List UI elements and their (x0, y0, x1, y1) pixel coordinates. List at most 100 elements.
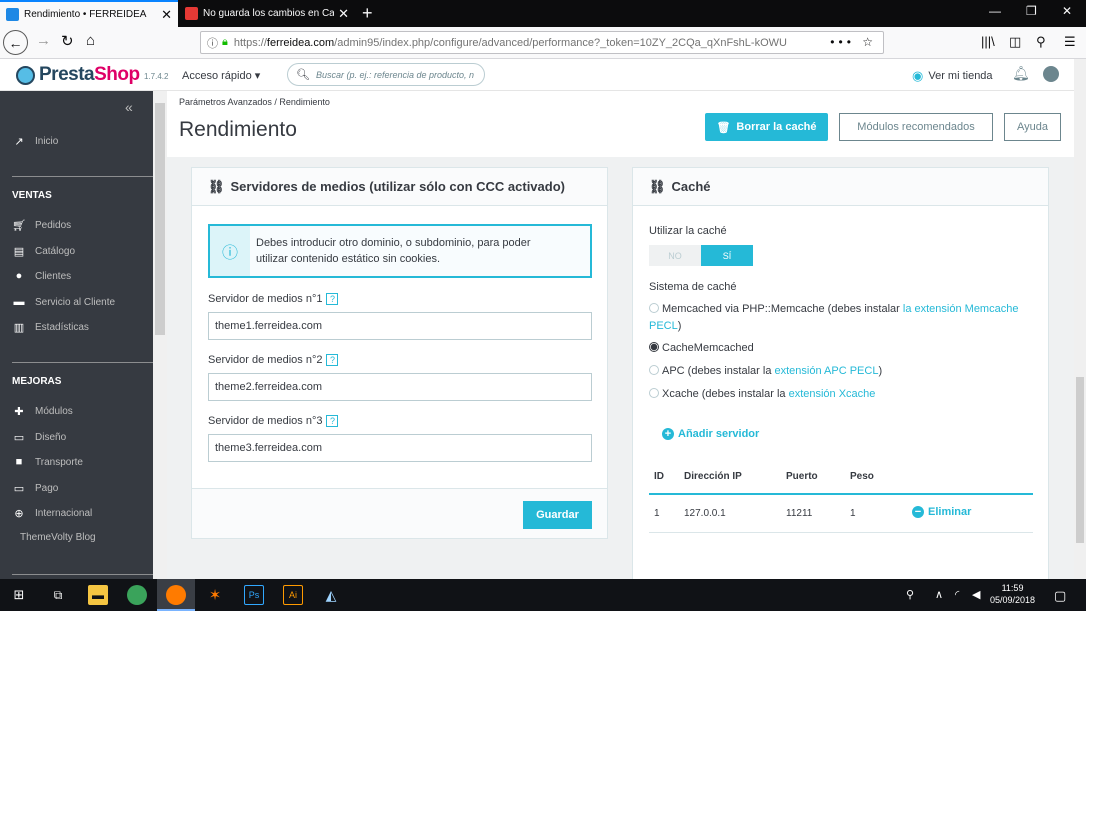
use-cache-toggle[interactable]: NO SÍ (649, 245, 753, 266)
help-icon[interactable]: ? (326, 293, 339, 306)
sidebar-item-pago[interactable]: ▭ Pago (12, 482, 59, 495)
info-icon[interactable]: ⓘ (207, 35, 218, 51)
sidebar-item-modulos[interactable]: ✚ Módulos (12, 405, 72, 418)
sidebar-icon[interactable]: ◫ (1009, 34, 1021, 50)
clear-cache-button[interactable]: 🗑︎ Borrar la caché (705, 113, 828, 141)
notifications-bell-icon[interactable]: 🔔︎ (1012, 65, 1030, 82)
close-window-icon[interactable]: ✕ (1062, 4, 1072, 18)
task-view-icon[interactable]: ⧉ (48, 585, 68, 605)
avast-icon[interactable]: ✶ (205, 585, 225, 605)
quick-access-dropdown[interactable]: Acceso rápido ▾ (182, 69, 260, 82)
delete-server-button[interactable]: − Eliminar (912, 506, 971, 518)
info-icon: ⓘ (210, 226, 250, 276)
radio-button[interactable] (649, 303, 659, 313)
sidebar-item-catalogo[interactable]: ▤ Catálogo (12, 245, 75, 258)
user-icon: ● (15, 270, 23, 282)
media-server-1-input[interactable]: theme1.ferreidea.com (208, 312, 592, 340)
extension-icon[interactable]: ⚲ (1036, 34, 1046, 50)
xcache-link[interactable]: extensión Xcache (789, 388, 876, 400)
toggle-yes[interactable]: SÍ (701, 245, 753, 266)
table-row-divider (649, 532, 1033, 533)
radio-memcache[interactable]: Memcached via PHP::Memcache (debes insta… (649, 301, 1019, 335)
sidebar-item-internacional[interactable]: ⊕ Internacional (12, 507, 92, 520)
forum-favicon-icon (185, 7, 198, 20)
page-actions-icon[interactable]: ••• ☆ (830, 35, 877, 49)
truck-icon: ■ (15, 456, 23, 468)
url-bar[interactable]: ⓘ 🔒︎ https://ferreidea.com/admin95/index… (200, 31, 884, 54)
breadcrumb[interactable]: Parámetros Avanzados / Rendimiento (179, 97, 330, 107)
media-server-2-input[interactable]: theme2.ferreidea.com (208, 373, 592, 401)
sidebar-item-themevolty-blog[interactable]: ThemeVolty Blog (20, 532, 96, 543)
tray-chevron-icon[interactable]: ∧ (935, 588, 943, 601)
radio-button[interactable] (649, 388, 659, 398)
page-title: Rendimiento (179, 118, 297, 141)
sidebar-scrollbar-thumb[interactable] (155, 103, 165, 335)
stats-icon: ▥ (13, 321, 25, 334)
home-icon[interactable]: ⌂ (86, 32, 95, 49)
sidebar-item-pedidos[interactable]: 🛒︎ Pedidos (12, 219, 71, 232)
alert-text: Debes introducir otro dominio, o subdomi… (256, 237, 531, 265)
radio-button[interactable] (649, 365, 659, 375)
save-button[interactable]: Guardar (523, 501, 592, 529)
use-cache-label: Utilizar la caché (649, 225, 727, 237)
radio-xcache[interactable]: Xcache (debes instalar la extensión Xcac… (649, 386, 1019, 403)
page-scrollbar-thumb[interactable] (1076, 377, 1084, 543)
media-servers-panel-header: ⛓︎ Servidores de medios (utilizar sólo c… (192, 168, 607, 206)
sidebar-item-clientes[interactable]: ● Clientes (12, 270, 71, 282)
apc-pecl-link[interactable]: extensión APC PECL (775, 365, 879, 377)
wifi-icon[interactable]: ◜ (955, 588, 959, 601)
sidebar-item-estadisticas[interactable]: ▥ Estadísticas (12, 321, 89, 334)
radio-button-selected[interactable] (649, 342, 659, 352)
add-server-button[interactable]: + Añadir servidor (662, 428, 759, 440)
sidebar-item-inicio[interactable]: ↗ Inicio (12, 135, 58, 148)
page-scrollbar[interactable] (1074, 59, 1086, 579)
tab-rendimiento[interactable]: Rendimiento • FERREIDEA ✕ (0, 0, 178, 27)
store-icon: ▤ (13, 245, 25, 258)
clock-time: 11:59 (1001, 583, 1024, 593)
help-button[interactable]: Ayuda (1004, 113, 1061, 141)
view-shop-link[interactable]: ◉ Ver mi tienda (912, 68, 993, 84)
people-icon[interactable]: ⚲ (906, 588, 914, 601)
sidebar-item-transporte[interactable]: ■ Transporte (12, 456, 83, 468)
back-icon[interactable]: ← (3, 30, 28, 55)
tab-forum[interactable]: No guarda los cambios en Cate ✕ (179, 0, 355, 27)
user-account-icon[interactable] (1043, 66, 1059, 82)
reload-icon[interactable]: ↻ (61, 32, 74, 50)
sidebar-scrollbar[interactable] (153, 91, 167, 579)
chrome-icon[interactable] (127, 585, 147, 605)
help-icon[interactable]: ? (326, 415, 339, 428)
restore-icon[interactable]: ❐ (1026, 4, 1037, 18)
delete-label: Eliminar (928, 506, 972, 518)
volume-icon[interactable]: ◀︎ (972, 588, 980, 601)
notepad-icon[interactable]: ◭ (321, 585, 341, 605)
firefox-icon[interactable] (166, 585, 186, 605)
close-tab-icon[interactable]: ✕ (338, 6, 349, 22)
illustrator-icon[interactable]: Ai (283, 585, 303, 605)
menu-icon[interactable]: ☰ (1064, 34, 1076, 50)
media-server-3-input[interactable]: theme3.ferreidea.com (208, 434, 592, 462)
tab-title: Rendimiento • FERREIDEA (24, 9, 147, 20)
chat-icon: ▬ (13, 296, 25, 308)
info-alert: ⓘ Debes introducir otro dominio, o subdo… (208, 224, 592, 278)
cache-panel-header: ⛓︎ Caché (633, 168, 1048, 206)
prestashop-logo[interactable]: PrestaShop (16, 64, 140, 86)
radio-apc[interactable]: APC (debes instalar la extensión APC PEC… (649, 363, 1019, 380)
file-explorer-icon[interactable]: ▬ (88, 585, 108, 605)
close-tab-icon[interactable]: ✕ (161, 7, 172, 23)
taskbar-clock[interactable]: 11:59 05/09/2018 (990, 582, 1035, 606)
minimize-icon[interactable]: — (989, 4, 1001, 18)
notifications-icon[interactable]: ▢ (1054, 588, 1066, 604)
new-tab-button[interactable]: + (362, 3, 373, 24)
radio-cachememcached[interactable]: CacheMemcached (649, 340, 1019, 357)
help-icon[interactable]: ? (326, 354, 339, 367)
collapse-sidebar-icon[interactable]: « (125, 99, 133, 115)
photoshop-icon[interactable]: Ps (244, 585, 264, 605)
sidebar-item-servicio-cliente[interactable]: ▬ Servicio al Cliente (12, 296, 116, 308)
windows-start-icon[interactable]: ⊞ (9, 585, 29, 605)
library-icon[interactable]: |||\ (981, 34, 995, 49)
forward-icon[interactable]: → (36, 32, 51, 49)
sidebar-item-diseno[interactable]: ▭ Diseño (12, 431, 66, 444)
toggle-no[interactable]: NO (649, 245, 701, 266)
search-input[interactable]: 🔍︎ Buscar (p. ej.: referencia de product… (287, 63, 485, 86)
recommended-modules-button[interactable]: Módulos recomendados (839, 113, 993, 141)
